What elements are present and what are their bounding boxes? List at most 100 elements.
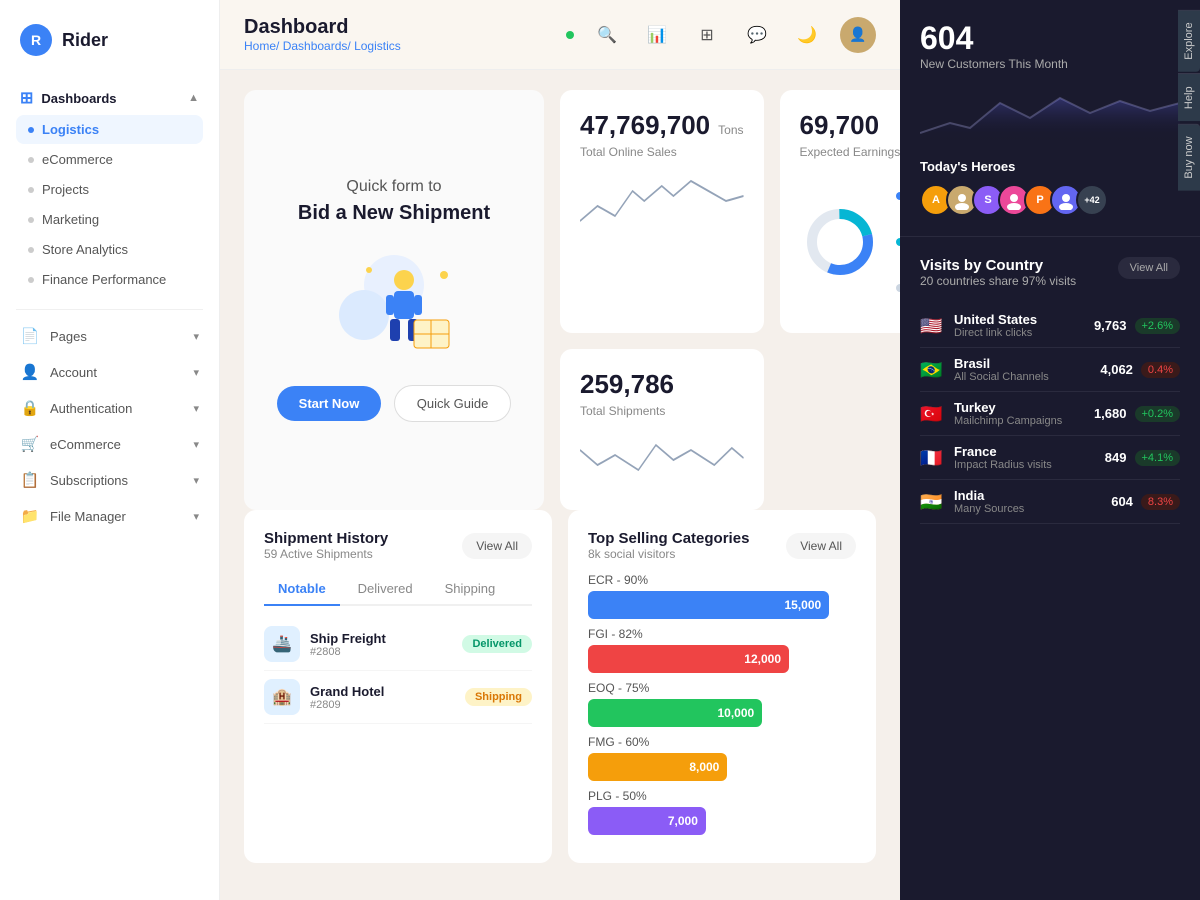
total-sales-card: 47,769,700 Tons Total Online Sales <box>560 90 764 333</box>
pages-icon: 📄 <box>20 326 40 346</box>
theme-button[interactable]: 🌙 <box>790 18 824 52</box>
shipment-title: Shipment History <box>264 530 388 547</box>
customers-value: 604 <box>920 20 1180 57</box>
header-left: Dashboard Home/ Dashboards/ Logistics <box>244 16 401 53</box>
grid-icon: ⊞ <box>20 88 33 108</box>
header: Dashboard Home/ Dashboards/ Logistics 🔍 … <box>220 0 900 70</box>
status-dot <box>566 31 574 39</box>
shipment-id-2: #2809 <box>310 699 465 711</box>
chart-button[interactable]: 📊 <box>640 18 674 52</box>
dot <box>28 217 34 223</box>
earnings-value: 69,700 <box>800 110 901 141</box>
chevron-icon: ▾ <box>193 438 199 451</box>
dot <box>28 187 34 193</box>
shipment-status-1: Delivered <box>462 635 532 653</box>
visits-section: Visits by Country 20 countries share 97%… <box>900 236 1200 544</box>
selling-view-all[interactable]: View All <box>786 533 856 559</box>
country-france: 🇫🇷 France Impact Radius visits 849 +4.1% <box>920 436 1180 480</box>
sidebar-item-store-analytics[interactable]: Store Analytics <box>16 235 203 264</box>
page-title: Dashboard <box>244 16 401 39</box>
shipment-view-all[interactable]: View All <box>462 533 532 559</box>
customers-chart <box>920 83 1180 143</box>
active-dot <box>28 127 34 133</box>
grid-button[interactable]: ⊞ <box>690 18 724 52</box>
hero-card: Quick form to Bid a New Shipment <box>244 90 544 510</box>
heroes-avatars: A S P +42 <box>920 184 1180 216</box>
bar-fgi: FGI - 82% 12,000 <box>588 627 856 673</box>
country-turkey: 🇹🇷 Turkey Mailchimp Campaigns 1,680 +0.2… <box>920 392 1180 436</box>
shipments-label: Total Shipments <box>580 404 744 418</box>
donut-chart <box>800 202 880 282</box>
sidebar-item-finance-performance[interactable]: Finance Performance <box>16 265 203 294</box>
chevron-icon: ▾ <box>193 330 199 343</box>
dot <box>28 157 34 163</box>
hero-subtitle: Quick form to <box>346 178 441 196</box>
chevron-icon: ▾ <box>193 366 199 379</box>
visits-view-all[interactable]: View All <box>1118 257 1180 279</box>
sidebar-item-marketing[interactable]: Marketing <box>16 205 203 234</box>
search-button[interactable]: 🔍 <box>590 18 624 52</box>
top-selling-card: Top Selling Categories 8k social visitor… <box>568 510 876 863</box>
sidebar-item-logistics[interactable]: Logistics <box>16 115 203 144</box>
country-usa: 🇺🇸 United States Direct link clicks 9,76… <box>920 304 1180 348</box>
top-cards-row: Quick form to Bid a New Shipment <box>220 70 900 510</box>
quick-guide-button[interactable]: Quick Guide <box>394 385 512 422</box>
explore-tab[interactable]: Explore <box>1178 9 1200 71</box>
chevron-icon: ▾ <box>193 510 199 523</box>
chevron-icon: ▾ <box>193 402 199 415</box>
donut-section: Used Truck freight 45% Used Ship freight… <box>800 171 901 313</box>
sales-label: Total Online Sales <box>580 145 744 159</box>
selling-header: Top Selling Categories 8k social visitor… <box>588 530 856 561</box>
flag-france: 🇫🇷 <box>920 450 944 466</box>
country-india: 🇮🇳 India Many Sources 604 8.3% <box>920 480 1180 524</box>
help-tab[interactable]: Help <box>1178 74 1200 122</box>
nav-account[interactable]: 👤 Account ▾ <box>0 354 219 390</box>
shipment-status-2: Shipping <box>465 688 532 706</box>
shipment-id-1: #2808 <box>310 646 462 658</box>
hero-title: Bid a New Shipment <box>298 202 490 225</box>
nav-auth[interactable]: 🔒 Authentication ▾ <box>0 390 219 426</box>
nav-file-manager[interactable]: 📁 File Manager ▾ <box>0 498 219 534</box>
app-name: Rider <box>62 30 108 51</box>
ecommerce-icon: 🛒 <box>20 434 40 454</box>
bar-ecr: ECR - 90% 15,000 <box>588 573 856 619</box>
dot <box>28 247 34 253</box>
sidebar: R Rider ⊞ Dashboards ▲ Logistics eCommer… <box>0 0 220 900</box>
shipment-icon-1: 🚢 <box>264 626 300 662</box>
sales-unit: Tons <box>718 123 743 137</box>
sidebar-item-ecommerce[interactable]: eCommerce <box>16 145 203 174</box>
user-avatar[interactable]: 👤 <box>840 17 876 53</box>
bar-eoq: EOQ - 75% 10,000 <box>588 681 856 727</box>
dashboards-header[interactable]: ⊞ Dashboards ▲ <box>16 82 203 114</box>
visits-title: Visits by Country <box>920 257 1076 274</box>
flag-india: 🇮🇳 <box>920 494 944 510</box>
shipments-chart <box>580 430 744 490</box>
shipment-icon-2: 🏨 <box>264 679 300 715</box>
nav-ecommerce[interactable]: 🛒 eCommerce ▾ <box>0 426 219 462</box>
countries-list: 🇺🇸 United States Direct link clicks 9,76… <box>920 304 1180 524</box>
logo-area[interactable]: R Rider <box>0 16 219 76</box>
buy-now-tab[interactable]: Buy now <box>1178 123 1200 190</box>
header-right: 🔍 📊 ⊞ 💬 🌙 👤 <box>566 17 876 53</box>
nav-pages[interactable]: 📄 Pages ▾ <box>0 318 219 354</box>
side-tabs: Explore Help Buy now <box>1178 9 1200 190</box>
flag-usa: 🇺🇸 <box>920 318 944 334</box>
nav-subscriptions[interactable]: 📋 Subscriptions ▾ <box>0 462 219 498</box>
selling-title: Top Selling Categories <box>588 530 749 547</box>
tab-shipping[interactable]: Shipping <box>431 573 510 606</box>
dashboard-content: Quick form to Bid a New Shipment <box>220 70 900 900</box>
total-shipments-card: 259,786 Total Shipments <box>560 349 764 510</box>
bar-fmg: FMG - 60% 8,000 <box>588 735 856 781</box>
account-icon: 👤 <box>20 362 40 382</box>
chat-button[interactable]: 💬 <box>740 18 774 52</box>
sales-value: 47,769,700 <box>580 110 710 141</box>
earnings-label: Expected Earnings This Month <box>800 145 901 159</box>
sidebar-item-projects[interactable]: Projects <box>16 175 203 204</box>
main-area: Dashboard Home/ Dashboards/ Logistics 🔍 … <box>220 0 900 900</box>
bar-plg: PLG - 50% 7,000 <box>588 789 856 835</box>
start-now-button[interactable]: Start Now <box>277 386 382 421</box>
file-icon: 📁 <box>20 506 40 526</box>
dot <box>28 277 34 283</box>
tab-delivered[interactable]: Delivered <box>344 573 427 606</box>
tab-notable[interactable]: Notable <box>264 573 340 606</box>
